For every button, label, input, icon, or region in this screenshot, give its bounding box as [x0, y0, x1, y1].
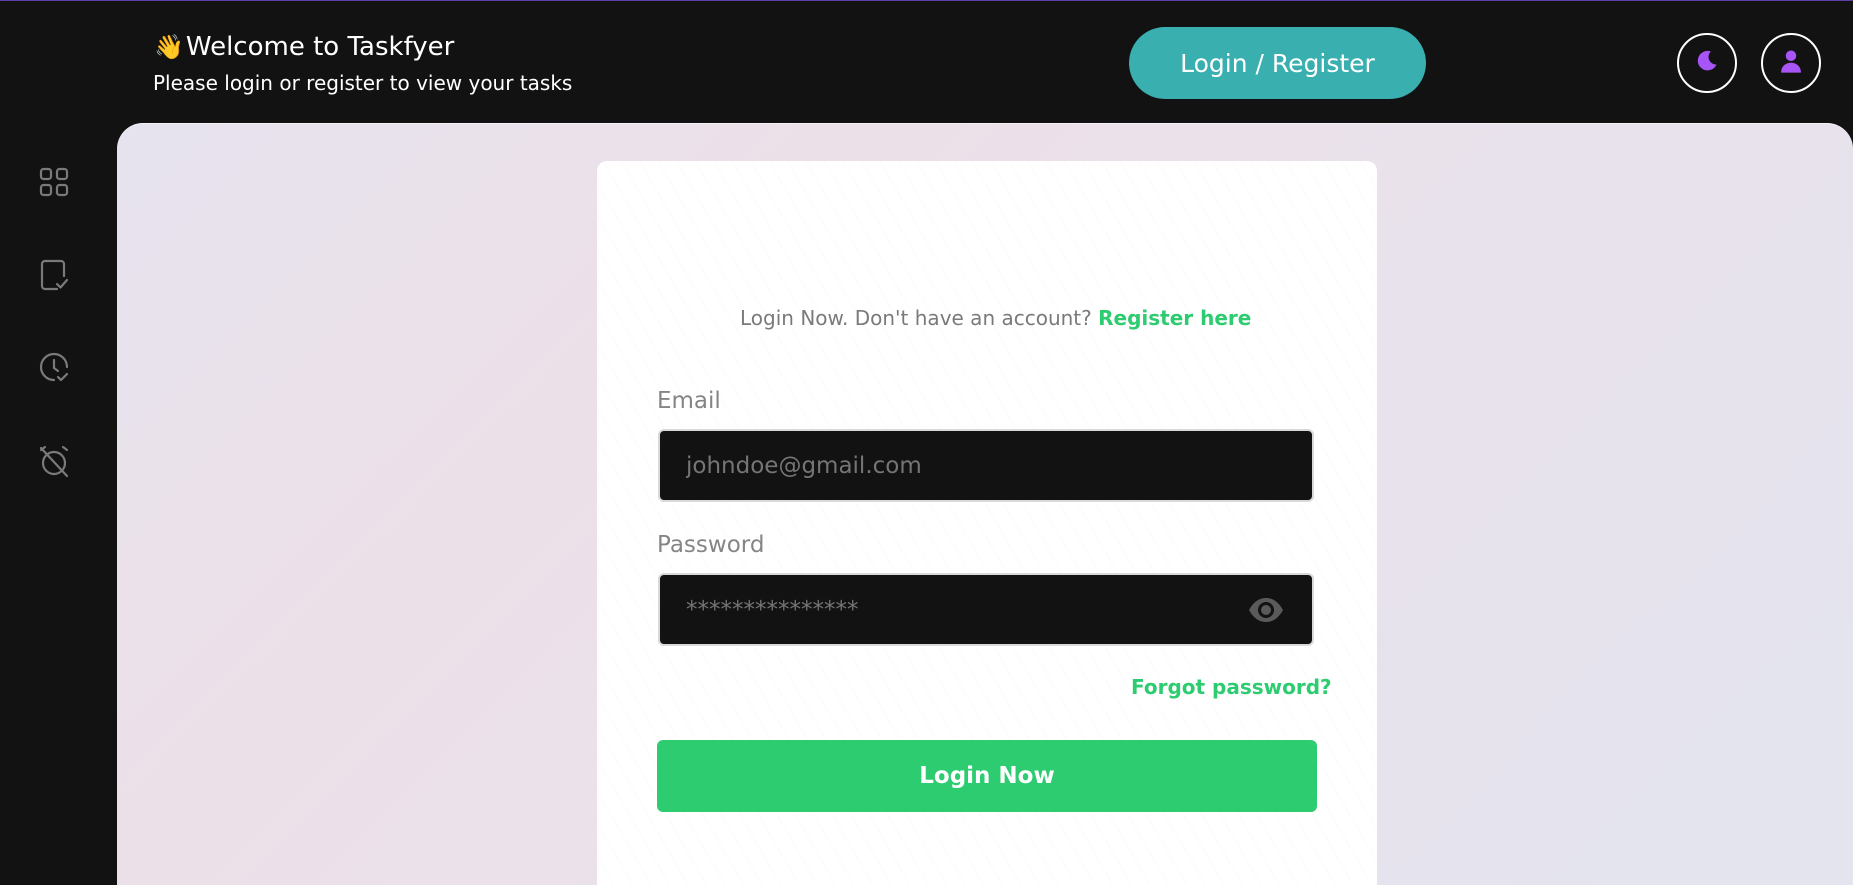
email-label: Email — [657, 388, 721, 414]
profile-button[interactable] — [1761, 33, 1821, 93]
page-title: 👋 Welcome to Taskfyer — [154, 30, 454, 64]
sidebar-item-overdue[interactable] — [36, 445, 72, 481]
clock-check-icon — [37, 351, 71, 389]
welcome-title: Welcome to Taskfyer — [185, 32, 455, 62]
email-field[interactable] — [684, 451, 1248, 480]
moon-icon — [1694, 48, 1720, 78]
forgot-password-link[interactable]: Forgot password? — [1131, 675, 1332, 699]
eye-icon[interactable] — [1246, 590, 1286, 630]
greeting: 👋 Welcome to Taskfyer — [154, 30, 454, 64]
grid-icon — [38, 166, 70, 202]
top-accent-bar — [0, 0, 1853, 1]
password-field[interactable] — [684, 595, 1248, 624]
sidebar-item-dashboard[interactable] — [36, 166, 72, 202]
sidebar-item-completed[interactable] — [36, 259, 72, 295]
login-register-button[interactable]: Login / Register — [1129, 27, 1426, 99]
register-link[interactable]: Register here — [1098, 306, 1251, 330]
login-button[interactable]: Login Now — [657, 740, 1317, 812]
login-prompt: Login Now. Don't have an account? Regist… — [740, 306, 1251, 330]
wave-icon: 👋 — [154, 33, 184, 61]
user-icon — [1777, 47, 1805, 79]
email-field-wrapper — [658, 429, 1314, 502]
password-label: Password — [657, 532, 765, 558]
theme-toggle-button[interactable] — [1677, 33, 1737, 93]
password-field-wrapper — [658, 573, 1314, 646]
login-prompt-text: Login Now. Don't have an account? — [740, 306, 1092, 330]
task-check-icon — [37, 258, 71, 296]
welcome-subtitle: Please login or register to view your ta… — [153, 71, 573, 95]
alarm-off-icon — [37, 444, 71, 482]
sidebar-item-pending[interactable] — [36, 352, 72, 388]
